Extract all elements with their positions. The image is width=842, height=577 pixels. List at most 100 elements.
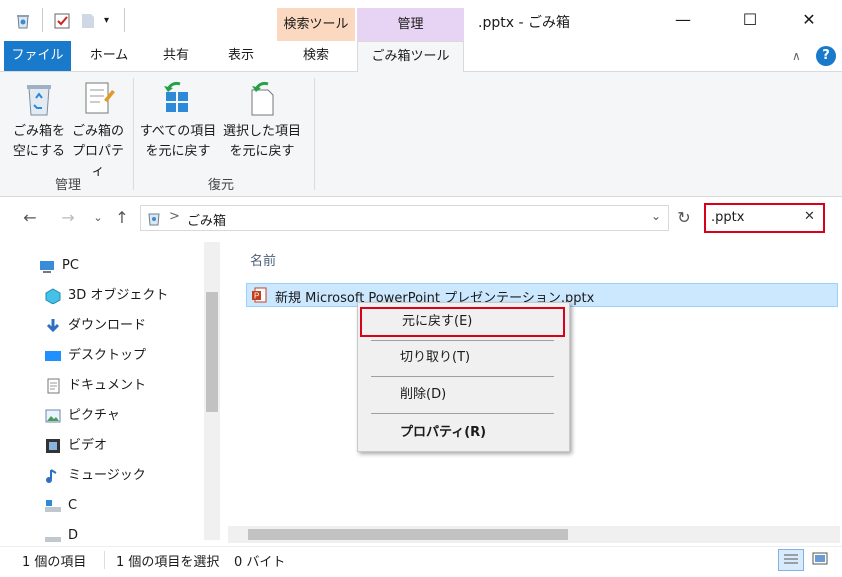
pictures-icon bbox=[44, 408, 62, 424]
nav-label: 3D オブジェクト bbox=[68, 288, 169, 303]
breadcrumb-separator[interactable]: > bbox=[169, 209, 180, 224]
menu-separator bbox=[371, 340, 554, 341]
nav-item-3d-objects[interactable]: 3D オブジェクト bbox=[44, 284, 168, 308]
menu-item-cut[interactable]: 切り取り(T) bbox=[360, 344, 565, 372]
nav-label: PC bbox=[62, 258, 79, 273]
address-dropdown-icon[interactable]: ⌄ bbox=[651, 209, 661, 223]
tab-search[interactable]: 検索 bbox=[277, 41, 355, 71]
drive-icon bbox=[44, 498, 62, 514]
recycle-bin-icon[interactable] bbox=[14, 12, 32, 30]
context-tab-manage-header: 管理 bbox=[357, 8, 464, 41]
context-tab-search-header: 検索ツール bbox=[277, 8, 355, 41]
help-icon[interactable]: ? bbox=[816, 46, 836, 66]
nav-label: ミュージック bbox=[68, 468, 146, 483]
menu-item-delete[interactable]: 削除(D) bbox=[360, 381, 565, 409]
empty-bin-label-1: ごみ箱を bbox=[12, 124, 65, 139]
empty-bin-label-2: 空にする bbox=[12, 144, 66, 159]
divider bbox=[42, 8, 43, 32]
pc-icon bbox=[38, 258, 56, 274]
restore-all-button[interactable]: すべての項目 を元に戻す bbox=[138, 78, 218, 168]
close-button[interactable]: ✕ bbox=[786, 0, 832, 40]
restore-all-label-1: すべての項目 bbox=[139, 124, 217, 139]
refresh-icon[interactable]: ↻ bbox=[672, 206, 696, 230]
cube-icon bbox=[44, 287, 62, 305]
clear-search-icon[interactable]: ✕ bbox=[804, 209, 815, 224]
restore-selected-label-1: 選択した項目 bbox=[222, 124, 301, 139]
restore-all-label-2: を元に戻す bbox=[145, 144, 211, 159]
horizontal-scrollbar[interactable] bbox=[228, 526, 840, 543]
menu-separator bbox=[371, 376, 554, 377]
address-bar[interactable]: > ごみ箱 ⌄ bbox=[140, 205, 669, 231]
back-icon[interactable]: ← bbox=[18, 205, 42, 231]
tab-share[interactable]: 共有 bbox=[148, 41, 204, 71]
divider bbox=[104, 551, 105, 569]
folder-icon[interactable] bbox=[80, 12, 96, 30]
ribbon-tab-bar: ファイル ホーム 共有 表示 検索 ごみ箱ツール ∧ ? bbox=[0, 41, 842, 72]
pptx-icon: P bbox=[251, 287, 267, 303]
checkmark-icon[interactable] bbox=[53, 12, 71, 30]
nav-item-documents[interactable]: ドキュメント bbox=[44, 374, 146, 398]
minimize-button[interactable]: — bbox=[660, 0, 706, 40]
breadcrumb-location[interactable]: ごみ箱 bbox=[187, 210, 226, 229]
column-header-name[interactable]: 名前 bbox=[250, 250, 276, 269]
maximize-button[interactable]: ☐ bbox=[727, 0, 773, 40]
music-icon bbox=[44, 468, 62, 484]
nav-item-pictures[interactable]: ピクチャ bbox=[44, 404, 120, 428]
ribbon: ごみ箱を 空にする ごみ箱の プロパティ 管理 すべての項目 を元に戻す 選択し… bbox=[0, 72, 842, 197]
tab-recycle-bin-tools[interactable]: ごみ箱ツール bbox=[357, 41, 464, 72]
dropdown-icon[interactable]: ▾ bbox=[104, 12, 116, 30]
status-size: 0 バイト bbox=[234, 555, 286, 570]
large-icons-view-icon[interactable] bbox=[808, 549, 834, 571]
tab-home[interactable]: ホーム bbox=[80, 41, 138, 71]
nav-item-desktop[interactable]: デスクトップ bbox=[44, 344, 146, 368]
nav-label: デスクトップ bbox=[68, 348, 147, 363]
context-menu: 元に戻す(E) 切り取り(T) 削除(D) プロパティ(R) bbox=[357, 302, 570, 452]
recycle-bin-properties-button[interactable]: ごみ箱の プロパティ bbox=[68, 78, 128, 179]
documents-icon bbox=[44, 378, 62, 394]
drive-icon bbox=[44, 528, 62, 544]
status-item-count: 1 個の項目 bbox=[22, 555, 87, 570]
search-box[interactable]: .pptx ✕ bbox=[704, 203, 825, 233]
title-bar: ▾ 検索ツール 管理 .pptx - ごみ箱 — ☐ ✕ bbox=[0, 0, 842, 41]
menu-item-properties[interactable]: プロパティ(R) bbox=[360, 419, 565, 447]
recent-locations-icon[interactable]: ⌄ bbox=[86, 205, 110, 231]
group-divider bbox=[133, 78, 134, 190]
nav-scrollbar[interactable] bbox=[204, 242, 220, 540]
menu-item-restore[interactable]: 元に戻す(E) bbox=[360, 307, 565, 337]
status-bar: 1 個の項目 1 個の項目を選択 0 バイト bbox=[0, 546, 842, 577]
details-view-icon[interactable] bbox=[778, 549, 804, 571]
empty-recycle-bin-button[interactable]: ごみ箱を 空にする bbox=[8, 78, 70, 168]
recycle-bin-icon bbox=[146, 210, 162, 226]
download-icon bbox=[44, 318, 62, 334]
restore-selected-label-2: を元に戻す bbox=[229, 144, 295, 159]
window-title: .pptx - ごみ箱 bbox=[478, 15, 570, 31]
group-divider bbox=[314, 78, 315, 190]
nav-label: D bbox=[68, 528, 79, 543]
menu-separator bbox=[371, 413, 554, 414]
nav-item-drive-c[interactable]: C bbox=[44, 494, 77, 518]
properties-label-1: ごみ箱の bbox=[71, 124, 124, 139]
nav-item-pc[interactable]: PC bbox=[38, 254, 79, 278]
nav-item-music[interactable]: ミュージック bbox=[44, 464, 146, 488]
nav-item-drive-d[interactable]: D bbox=[44, 524, 78, 548]
forward-icon[interactable]: → bbox=[56, 205, 80, 231]
nav-item-downloads[interactable]: ダウンロード bbox=[44, 314, 146, 338]
navigation-pane: PC 3D オブジェクト ダウンロード デスクトップ ドキュメント ピクチャ ビ… bbox=[0, 238, 222, 544]
nav-scrollbar-thumb[interactable] bbox=[206, 292, 218, 412]
nav-item-videos[interactable]: ビデオ bbox=[44, 434, 107, 458]
nav-label: ピクチャ bbox=[68, 408, 120, 423]
nav-label: C bbox=[68, 498, 78, 513]
context-tab-manage-label: 管理 bbox=[397, 17, 424, 32]
tab-file[interactable]: ファイル bbox=[4, 41, 71, 71]
status-selected: 1 個の項目を選択 bbox=[116, 555, 220, 570]
restore-icon bbox=[242, 80, 282, 118]
context-tab-search-label: 検索ツール bbox=[283, 17, 349, 32]
nav-label: ビデオ bbox=[68, 438, 108, 453]
svg-text:P: P bbox=[254, 292, 259, 301]
restore-selected-button[interactable]: 選択した項目 を元に戻す bbox=[220, 78, 304, 168]
tab-view[interactable]: 表示 bbox=[214, 41, 268, 71]
search-input[interactable]: .pptx bbox=[711, 210, 744, 225]
collapse-ribbon-icon[interactable]: ∧ bbox=[792, 49, 801, 63]
horizontal-scrollbar-thumb[interactable] bbox=[248, 529, 568, 540]
up-icon[interactable]: ↑ bbox=[110, 205, 134, 231]
